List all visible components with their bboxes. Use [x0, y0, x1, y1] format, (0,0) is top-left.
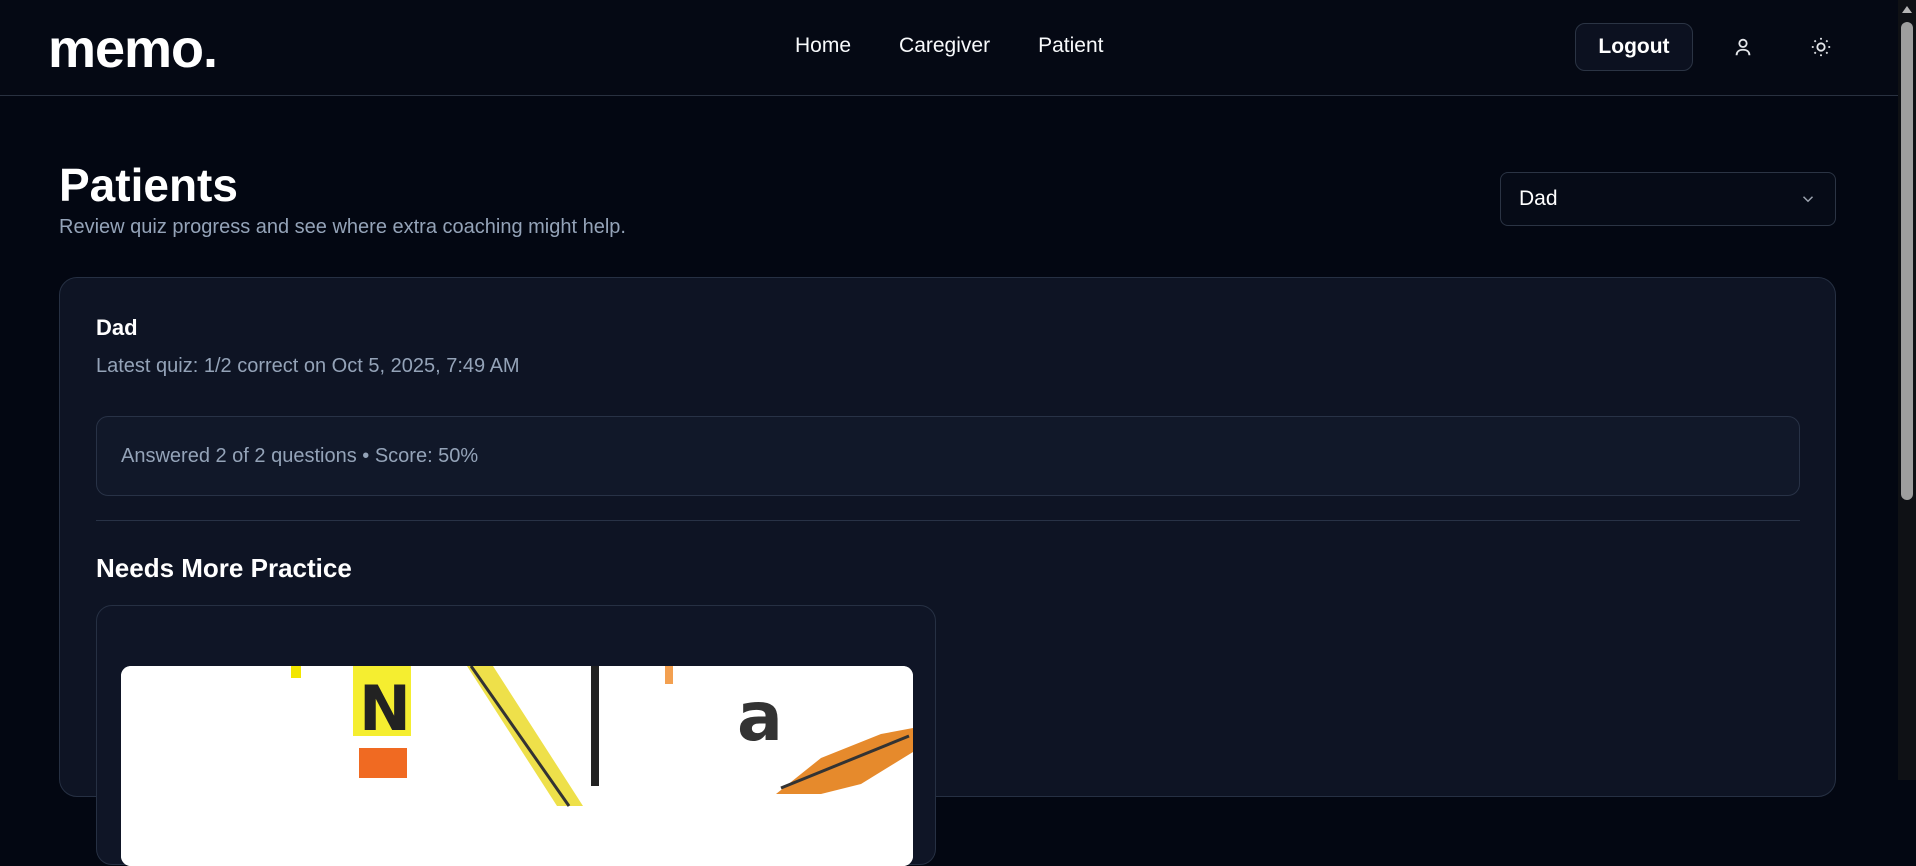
page-subtitle: Review quiz progress and see where extra… — [59, 216, 626, 238]
practice-item-image: N a — [121, 666, 913, 866]
patient-select-value: Dad — [1519, 187, 1558, 210]
user-icon — [1735, 38, 1751, 56]
logout-button[interactable]: Logout — [1575, 23, 1693, 71]
patient-card: Dad Latest quiz: 1/2 correct on Oct 5, 2… — [59, 277, 1836, 866]
nav-caregiver-link[interactable]: Caregiver — [899, 34, 990, 58]
practice-image-graphic: N a — [121, 666, 913, 866]
patient-name: Dad — [96, 315, 138, 340]
profile-button[interactable] — [1726, 30, 1760, 64]
top-navigation-bar: memo. Home Caregiver Patient Logout — [0, 0, 1898, 96]
quiz-summary-text: Answered 2 of 2 questions • Score: 50% — [121, 444, 479, 467]
svg-text:a: a — [737, 678, 783, 757]
scrollbar-thumb[interactable] — [1901, 22, 1913, 500]
scroll-up-arrow-icon[interactable] — [1902, 6, 1912, 13]
quiz-summary-box: Answered 2 of 2 questions • Score: 50% — [96, 416, 1800, 496]
latest-quiz-text: Latest quiz: 1/2 correct on Oct 5, 2025,… — [96, 355, 520, 377]
page-scrollbar[interactable] — [1898, 0, 1916, 780]
needs-practice-heading: Needs More Practice — [96, 553, 352, 583]
page-title: Patients — [59, 159, 238, 211]
theme-toggle-button[interactable] — [1804, 30, 1838, 64]
nav-patient-link[interactable]: Patient — [1038, 34, 1103, 58]
chevron-down-icon — [1802, 196, 1814, 203]
practice-item-card[interactable]: N a — [96, 605, 936, 866]
svg-text:N: N — [359, 672, 411, 745]
sun-icon — [1811, 37, 1831, 57]
divider — [96, 520, 1800, 521]
nav-home-link[interactable]: Home — [795, 34, 851, 58]
main-nav: Home Caregiver Patient — [795, 34, 1103, 58]
app-logo[interactable]: memo. — [48, 18, 218, 80]
patient-select[interactable]: Dad — [1500, 172, 1836, 226]
